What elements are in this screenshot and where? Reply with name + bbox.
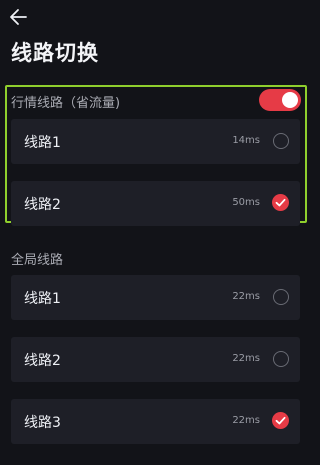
global-line-3[interactable]: 线路3 22ms: [11, 399, 300, 444]
line-name: 线路3: [24, 415, 61, 431]
radio-checked-icon[interactable]: [272, 194, 289, 211]
line-name: 线路2: [24, 353, 61, 369]
page-title: 线路切换: [11, 41, 99, 65]
radio-checked-icon[interactable]: [272, 412, 289, 429]
toggle-knob: [282, 92, 298, 108]
radio-unchecked-icon[interactable]: [273, 133, 289, 149]
line-latency: 50ms: [232, 197, 260, 208]
global-line-2[interactable]: 线路2 22ms: [11, 337, 300, 382]
radio-unchecked-icon[interactable]: [273, 289, 289, 305]
line-latency: 22ms: [232, 291, 260, 302]
back-button[interactable]: [8, 6, 30, 28]
line-latency: 22ms: [232, 415, 260, 426]
line-latency: 14ms: [232, 135, 260, 146]
line-name: 线路1: [24, 291, 61, 307]
market-line-1[interactable]: 线路1 14ms: [11, 119, 300, 164]
arrow-left-icon: [10, 9, 27, 25]
data-saving-toggle[interactable]: [259, 89, 301, 111]
line-name: 线路2: [24, 197, 61, 213]
line-name: 线路1: [24, 135, 61, 151]
global-line-1[interactable]: 线路1 22ms: [11, 275, 300, 320]
line-switch-screen: 线路切换 行情线路（省流量) 线路1 14ms 线路2 50ms 全局线路 线路…: [0, 0, 311, 465]
line-latency: 22ms: [232, 353, 260, 364]
market-section-title: 行情线路（省流量): [11, 96, 121, 111]
market-line-2[interactable]: 线路2 50ms: [11, 181, 300, 226]
radio-unchecked-icon[interactable]: [273, 351, 289, 367]
global-section-title: 全局线路: [11, 253, 64, 268]
